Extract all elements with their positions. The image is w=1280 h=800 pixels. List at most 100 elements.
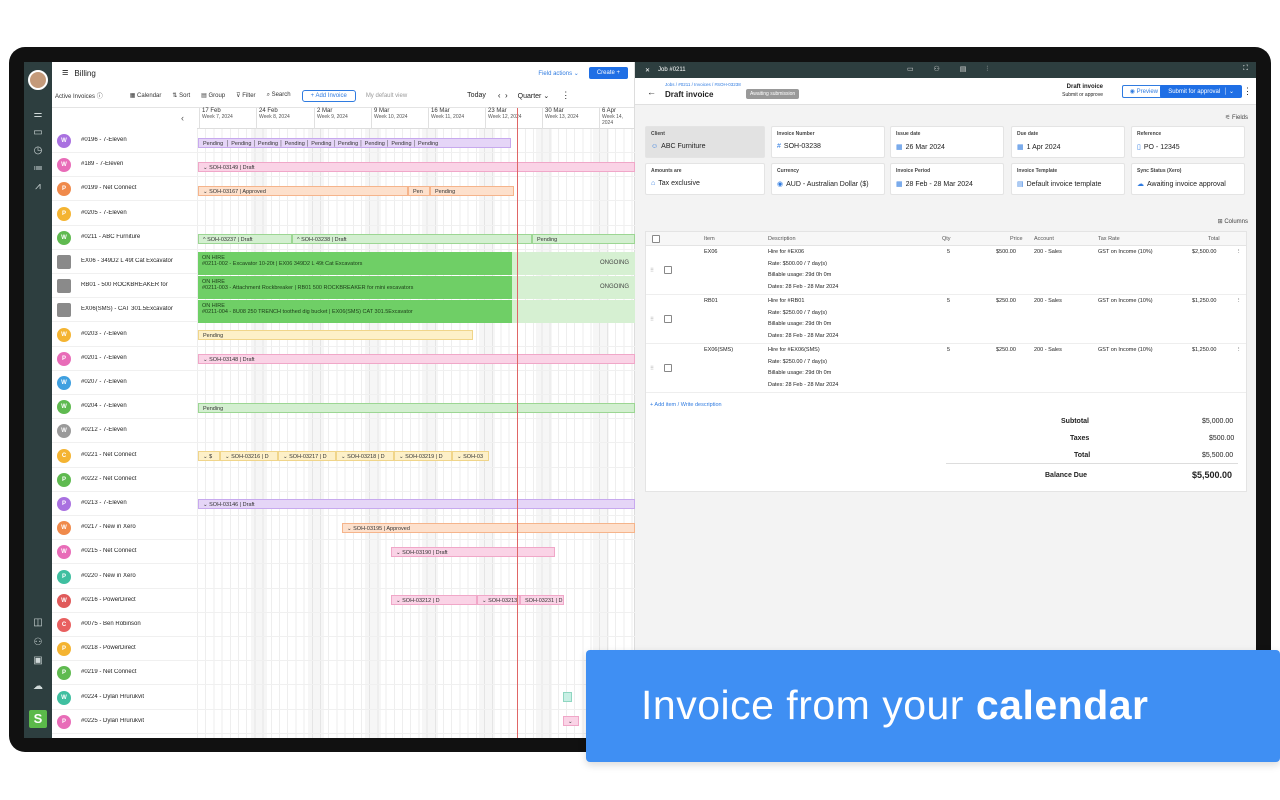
report-icon[interactable]: ◫ — [31, 616, 45, 630]
view-icons[interactable]: ▭ ⚇ ▤ ⫶ — [907, 65, 997, 74]
clock-icon[interactable]: ◷ — [31, 144, 45, 158]
invoice-bar[interactable]: ⌄ SOH-03216 | D — [220, 451, 278, 461]
invoice-bar[interactable]: ⌄ SOH-03217 | D — [278, 451, 336, 461]
list-item[interactable]: P #0225 - Dylan Hrurukvit — [52, 710, 635, 734]
account[interactable]: 200 - Sales — [1034, 345, 1062, 357]
invoice-bar[interactable]: Pending │ Pending │ Pending │ Pending │ … — [198, 138, 511, 148]
invoice-bar[interactable] — [563, 692, 572, 702]
quarter-select[interactable]: Quarter ⌄ — [518, 92, 550, 100]
price[interactable]: $250.00 — [996, 345, 1016, 357]
avatar[interactable] — [28, 70, 48, 90]
close-icon[interactable]: ✕ — [645, 67, 650, 74]
invoice-bar[interactable]: ⌄ SOH-03146 | Draft — [198, 499, 635, 509]
invoice-bar[interactable]: ⌄ SOH-03148 | Draft — [198, 354, 635, 364]
hire-block[interactable]: ON HIRE #0211-004 - 8U08 250 TRENCH tooth… — [198, 300, 512, 323]
invoice-bar[interactable]: Pending — [198, 403, 635, 413]
field-card[interactable]: Currency ◉ AUD - Australian Dollar ($) — [771, 163, 885, 195]
list-icon[interactable]: ≔ — [31, 162, 45, 176]
tax-rate[interactable]: GST on Income (10%) — [1098, 345, 1153, 357]
tax-rate[interactable]: GST on Income (10%) — [1098, 296, 1153, 308]
field-card[interactable]: Invoice Number # SOH-03238 — [771, 126, 885, 158]
field-card[interactable]: Amounts are ⌂ Tax exclusive — [645, 163, 765, 195]
list-item[interactable]: P #0218 - PowerDirect — [52, 637, 635, 662]
list-item[interactable]: P #0219 - Net Connect — [52, 661, 635, 686]
calendar-button[interactable]: ▦ Calendar — [130, 92, 162, 99]
drag-handle-icon[interactable]: ⠿ — [650, 364, 654, 376]
hire-block[interactable]: ON HIRE #0211-002 - Excavator 10-20t | EX… — [198, 252, 512, 275]
back-arrow-icon[interactable]: ← — [647, 87, 656, 97]
collapse-chevron-icon[interactable]: ‹ — [181, 113, 184, 123]
account[interactable]: 200 - Sales — [1034, 296, 1062, 308]
field-card[interactable]: Sync Status (Xero) ☁ Awaiting invoice appr… — [1131, 163, 1245, 195]
invoice-bar[interactable]: ⌄ SOH-03213 | D — [477, 595, 520, 605]
add-item-link[interactable]: + Add item / Write description — [650, 402, 722, 408]
list-item[interactable]: P #0205 - 7-Eleven — [52, 202, 635, 226]
cloud-icon[interactable]: ☁ — [31, 680, 45, 694]
list-item[interactable]: W #0207 - 7-Eleven — [52, 371, 635, 395]
invoice-bar[interactable]: ^ SOH-03238 | Draft — [292, 234, 532, 244]
prev-next-arrows[interactable]: ‹ › — [498, 91, 508, 100]
today-button[interactable]: Today — [467, 92, 486, 99]
price[interactable]: $500.00 — [996, 247, 1016, 259]
row-menu-icon[interactable]: ⋮ — [1236, 296, 1242, 308]
invoice-bar[interactable]: Pending — [430, 186, 514, 196]
field-card[interactable]: Due date ▦ 1 Apr 2024 — [1011, 126, 1125, 158]
chart-icon[interactable]: ⩘ — [31, 180, 45, 194]
qty[interactable]: 5 — [947, 345, 950, 357]
invoice-bar[interactable]: ⌄ SOH-03167 | Approved — [198, 186, 408, 196]
sort-button[interactable]: ⇅ Sort — [172, 92, 190, 99]
qty[interactable]: 5 — [947, 296, 950, 308]
invoice-bar[interactable]: Pen — [408, 186, 430, 196]
invoice-bar[interactable]: Pending — [532, 234, 635, 244]
add-invoice-button[interactable]: + Add Invoice — [301, 89, 356, 102]
invoice-bar[interactable]: ⌄ SOH-03195 | Approved — [342, 523, 635, 533]
invoice-bar[interactable]: Pending — [198, 330, 473, 340]
list-item[interactable]: W #0212 - 7-Eleven — [52, 419, 635, 444]
more-icon[interactable]: ⋮ — [561, 90, 570, 101]
billing-icon[interactable]: ▭ — [31, 126, 45, 140]
invoice-bar[interactable]: ⌄ $ — [198, 451, 220, 461]
list-item[interactable]: P #0220 - New in Xero — [52, 565, 635, 589]
more-icon[interactable]: ⋮ — [1243, 86, 1252, 97]
list-item[interactable]: W #0224 - Dylan Hrurukvit — [52, 686, 635, 710]
table-row[interactable]: ⠿ EX06 Hire for #EX06 Rate: $500.00 / 7 day… — [646, 246, 1246, 295]
qty[interactable]: 5 — [947, 247, 950, 259]
account[interactable]: 200 - Sales — [1034, 247, 1062, 259]
field-card[interactable]: Invoice Template ▤ Default invoice templat… — [1011, 163, 1125, 195]
field-card[interactable]: Issue date ▦ 26 Mar 2024 — [890, 126, 1004, 158]
tax-rate[interactable]: GST on Income (10%) — [1098, 247, 1153, 259]
default-view-select[interactable]: My default view — [366, 93, 407, 99]
users-icon[interactable]: ⚇ — [31, 636, 45, 650]
filter-icon[interactable]: ⚌ — [31, 108, 45, 122]
invoice-bar[interactable]: ⌄ SOH-03190 | Draft — [391, 547, 555, 557]
drag-handle-icon[interactable]: ⠿ — [650, 315, 654, 327]
invoice-bar[interactable]: SOH-03231 | D — [520, 595, 564, 605]
table-row[interactable]: ⠿ EX06(SMS) Hire for #EX06(SMS) Rate: $250.… — [646, 344, 1246, 393]
row-menu-icon[interactable]: ⋮ — [1236, 247, 1242, 259]
breadcrumb[interactable]: Jobs / #0211 / Invoices / #SOH-03238 — [665, 82, 741, 87]
price[interactable]: $250.00 — [996, 296, 1016, 308]
menu-icon[interactable]: ≡ — [62, 67, 68, 79]
row-menu-icon[interactable]: ⋮ — [1236, 345, 1242, 357]
invoice-bar[interactable]: ^ SOH-03237 | Draft — [198, 234, 292, 244]
columns-button[interactable]: ⊞ Columns — [1218, 218, 1248, 225]
hire-block[interactable]: ON HIRE #0211-003 - Attachment Rockbreake… — [198, 276, 512, 299]
row-checkbox[interactable] — [664, 266, 672, 274]
field-card[interactable]: Client ☺ ABC Furniture — [645, 126, 765, 158]
submit-button[interactable]: Submit for approval │ ⌄ — [1160, 85, 1242, 98]
invoice-bar[interactable]: ⌄ SOH-03212 | D — [391, 595, 477, 605]
list-item[interactable]: P #0222 - Net Connect — [52, 468, 635, 492]
expand-icon[interactable]: ⛶ — [1243, 65, 1248, 73]
group-button[interactable]: ▤ Group — [201, 92, 225, 99]
invoice-bar[interactable]: ⌄ SOH-03149 | Draft — [198, 162, 635, 172]
invoice-bar[interactable]: ⌄ SOH-03219 | D — [394, 451, 452, 461]
row-checkbox[interactable] — [664, 364, 672, 372]
fields-button[interactable]: ⚟ Fields — [1225, 114, 1248, 121]
filter-button[interactable]: ⊽ Filter — [236, 92, 255, 99]
field-actions-button[interactable]: Field actions ⌄ — [538, 70, 578, 77]
field-card[interactable]: Reference ▯ PO - 12345 — [1131, 126, 1245, 158]
invoice-bar[interactable]: ⌄ — [563, 716, 579, 726]
field-card[interactable]: Invoice Period ▦ 28 Feb - 28 Mar 2024 — [890, 163, 1004, 195]
table-row[interactable]: ⠿ RB01 Hire for #RB01 Rate: $250.00 / 7 day… — [646, 295, 1246, 344]
create-button[interactable]: Create + — [588, 67, 628, 79]
